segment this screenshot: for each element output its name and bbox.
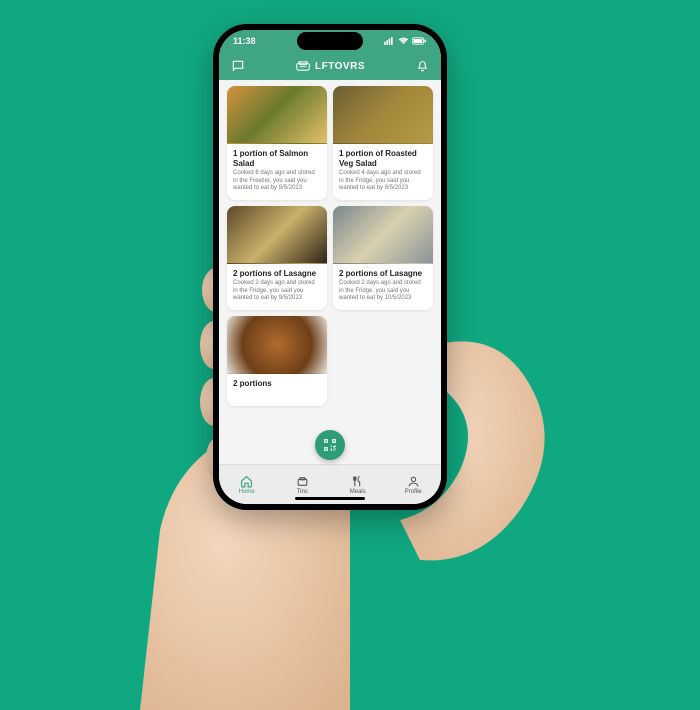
nav-label: Home — [239, 489, 255, 495]
nav-profile[interactable]: Profile — [386, 465, 442, 504]
meals-icon — [351, 475, 364, 488]
meal-title: 2 portions of Lasagne — [339, 269, 427, 279]
meal-title: 2 portions of Lasagne — [233, 269, 321, 279]
meal-card[interactable]: 1 portion of Salmon Salad Cooked 6 days … — [227, 86, 327, 200]
meal-card[interactable]: 2 portions of Lasagne Cooked 2 days ago … — [227, 206, 327, 310]
meal-subtitle: Cooked 4 days ago and stored in the Frid… — [339, 170, 427, 193]
nav-label: Meals — [350, 489, 366, 495]
chat-icon[interactable] — [231, 59, 245, 73]
nav-label: Tins — [297, 489, 308, 495]
meal-photo — [333, 86, 433, 144]
battery-icon — [412, 37, 427, 45]
scan-qr-button[interactable] — [315, 430, 345, 460]
dynamic-island — [297, 32, 363, 50]
meal-photo — [227, 86, 327, 144]
app-brand: LFTOVRS — [296, 61, 365, 72]
meal-subtitle: Cooked 6 days ago and stored in the Free… — [233, 170, 321, 193]
phone-frame: 11:38 LFTOVRS 1 portion of Salmon Salad — [213, 24, 447, 510]
meal-subtitle: Cooked 2 days ago and stored in the Frid… — [339, 280, 427, 303]
meal-photo — [227, 316, 327, 374]
home-indicator — [295, 497, 365, 500]
meal-list[interactable]: 1 portion of Salmon Salad Cooked 6 days … — [219, 80, 441, 464]
meal-subtitle: Cooked 2 days ago and stored in the Frid… — [233, 280, 321, 303]
profile-icon — [407, 475, 420, 488]
nav-label: Profile — [405, 489, 422, 495]
meal-photo — [333, 206, 433, 264]
qr-icon — [322, 437, 338, 453]
meal-title: 1 portion of Salmon Salad — [233, 149, 321, 168]
meal-card[interactable]: 1 portion of Roasted Veg Salad Cooked 4 … — [333, 86, 433, 200]
tins-icon — [296, 475, 309, 488]
home-icon — [240, 475, 253, 488]
meal-photo — [227, 206, 327, 264]
signal-icon — [384, 37, 395, 45]
nav-home[interactable]: Home — [219, 465, 275, 504]
wifi-icon — [398, 37, 409, 45]
logo-icon — [296, 61, 310, 71]
status-time: 11:38 — [233, 36, 256, 46]
bell-icon[interactable] — [416, 60, 429, 73]
phone-screen: 11:38 LFTOVRS 1 portion of Salmon Salad — [219, 30, 441, 504]
app-header: LFTOVRS — [219, 52, 441, 80]
meal-card[interactable]: 2 portions of Lasagne Cooked 2 days ago … — [333, 206, 433, 310]
meal-card[interactable]: 2 portions — [227, 316, 327, 406]
meal-title: 2 portions — [233, 379, 321, 389]
app-title: LFTOVRS — [315, 61, 365, 72]
meal-title: 1 portion of Roasted Veg Salad — [339, 149, 427, 168]
